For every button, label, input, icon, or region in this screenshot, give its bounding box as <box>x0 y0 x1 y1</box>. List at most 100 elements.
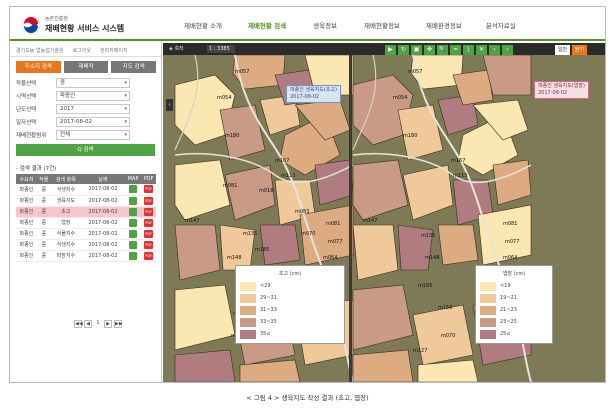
tab-0[interactable]: 주소지 검색 <box>16 61 61 73</box>
user-link-2[interactable]: 관리자페이지 <box>100 47 128 56</box>
pdf-icon[interactable]: PDF <box>144 207 154 216</box>
legend-swatch <box>240 329 256 339</box>
table-cell: 식생지수 <box>50 239 82 251</box>
refresh-icon[interactable]: ↻ <box>398 45 409 55</box>
sidebar: 경기도농 업농업기술원 로그아웃 관리자페이지 주소지 검색 재배작 지도 검색 작물선… <box>10 43 162 382</box>
filter-row: 일자선택 2017-08-02 ▾ <box>16 116 155 128</box>
table-row[interactable]: 파종인 콩 생육지도 2017-08-02 PDF <box>16 195 156 207</box>
map-pin-icon[interactable] <box>129 229 138 238</box>
pdf-icon[interactable]: PDF <box>144 185 154 194</box>
map-viewer[interactable]: ◈ 축척 1 : 3385 ▶ ↻ ▣ ✥ 🔍 ━ ⌊ ✕ ‹ › 일반 닫기 m057 m054 m… <box>163 43 605 382</box>
close-icon[interactable]: ✕ <box>476 45 487 55</box>
default-view-button[interactable]: 일반 <box>555 45 570 55</box>
table-cell: 식물지수 <box>50 228 82 240</box>
nav-item-0[interactable]: 재배현황 소개 <box>184 20 222 30</box>
table-cell: 2017-08-02 <box>81 184 125 196</box>
user-link-0[interactable]: 경기도농 업농업기술원 <box>16 47 64 56</box>
filter-select[interactable]: 2017-08-02 ▾ <box>56 117 130 127</box>
scale-input[interactable]: 1 : 3385 <box>207 45 235 53</box>
chevron-down-icon: ▾ <box>124 93 127 99</box>
table-cell: 콩 <box>36 184 51 196</box>
table-cell: 생육지도 <box>50 195 82 207</box>
crop-parcel <box>174 224 221 281</box>
table-row[interactable]: 파종인 콩 식물지수 2017-08-02 PDF <box>16 228 156 240</box>
pdf-icon[interactable]: PDF <box>144 229 154 238</box>
map-pin-icon[interactable] <box>129 185 138 194</box>
search-button[interactable]: Q 검색 <box>16 144 155 156</box>
chevron-down-icon: ▾ <box>124 119 127 125</box>
pagination: ◀◀ ◀ 1 ▶ ▶▶ <box>74 320 123 328</box>
map-pin-icon[interactable] <box>129 196 138 205</box>
nav-item-3[interactable]: 재배현황정보 <box>364 20 400 30</box>
measure-line-icon[interactable]: ━ <box>450 45 461 55</box>
collapse-sidebar-button[interactable]: ‹ <box>166 99 173 111</box>
filter-select[interactable]: 파종인 ▾ <box>56 91 130 101</box>
filter-value: 전체 <box>60 132 71 138</box>
page-nav-button[interactable]: ▶▶ <box>114 320 123 328</box>
measure-area-icon[interactable]: ⌊ <box>463 45 474 55</box>
parcel-label: m081 <box>503 221 518 227</box>
pdf-icon[interactable]: PDF <box>144 240 154 249</box>
parcel-label: m113 <box>281 173 296 179</box>
table-row[interactable]: 파종인 콩 파장지수 2017-08-02 PDF <box>16 250 156 262</box>
parcel-label: m083 <box>295 209 310 215</box>
page-nav-button[interactable]: ▶ <box>104 320 112 328</box>
filter-label: 재배현황범위 <box>16 133 47 139</box>
legend-item: 31~33 <box>240 304 340 316</box>
legend-swatch <box>480 305 496 315</box>
legend-swatch <box>480 281 496 291</box>
table-cell: 식생지수 <box>50 184 82 196</box>
table-row[interactable]: 파종인 콩 식생지수 2017-08-02 PDF <box>16 184 156 196</box>
nav-item-4[interactable]: 재배환경정보 <box>426 20 462 30</box>
map-pin-icon[interactable] <box>129 251 138 260</box>
column-header: PDF <box>141 174 156 184</box>
system-title[interactable]: 재배현황 서비스 시스템 <box>45 23 124 34</box>
parcel-label: m077 <box>328 239 343 245</box>
table-row[interactable]: 파종인 콩 엽장 2017-08-02 PDF <box>16 217 156 229</box>
legend-item: 21~23 <box>480 304 548 316</box>
legend-label: 23~25 <box>500 319 517 325</box>
nav-item-5[interactable]: 분석자료실 <box>486 20 516 30</box>
main-nav: 재배현황 소개 재배현황 검색 생육정보 재배현황정보 재배환경정보 분석자료실 <box>184 20 516 30</box>
parcel-label: m054 <box>217 95 232 101</box>
column-header: MAP <box>124 174 142 184</box>
filter-select[interactable]: 2017 ▾ <box>56 104 130 114</box>
page-nav-button[interactable]: ◀◀ <box>74 320 83 328</box>
map-pin-icon[interactable] <box>129 207 138 216</box>
close-map-button[interactable]: 닫기 <box>572 45 587 55</box>
table-cell: 콩 <box>36 195 51 207</box>
filter-value: 2017 <box>60 106 74 112</box>
app-window: 농촌진흥청 재배현황 서비스 시스템 재배현황 소개 재배현황 검색 생육정보 재배현… <box>9 6 606 383</box>
pdf-cell: PDF <box>141 217 156 229</box>
pdf-icon[interactable]: PDF <box>144 218 154 227</box>
pdf-icon[interactable]: PDF <box>144 196 154 205</box>
filter-select[interactable]: 전체 ▾ <box>56 130 130 140</box>
map-cell <box>124 195 142 207</box>
parcel-label: m167 <box>275 158 290 164</box>
layers-icon[interactable]: ▣ <box>411 45 422 55</box>
user-link-1[interactable]: 로그아웃 <box>73 47 91 56</box>
parcel-label: m148 <box>425 255 440 261</box>
tab-1[interactable]: 재배작 <box>63 61 109 73</box>
parcel-popup-height[interactable]: 파종인 생육지도(초고) 2017-08-02 <box>286 85 341 103</box>
page-number[interactable]: 1 <box>94 320 102 328</box>
filter-select[interactable]: 콩 ▾ <box>56 78 130 88</box>
map-pin-icon[interactable] <box>129 218 138 227</box>
next-icon[interactable]: › <box>502 45 513 55</box>
page-nav-button[interactable]: ◀ <box>84 320 92 328</box>
tab-2[interactable]: 지도 검색 <box>111 61 157 73</box>
prev-icon[interactable]: ‹ <box>489 45 500 55</box>
play-icon[interactable]: ▶ <box>385 45 396 55</box>
parcel-label: m127 <box>413 348 428 354</box>
parcel-popup-leaf-length[interactable]: 파종인 생육지도(엽장) 2017-08-02 <box>534 81 589 99</box>
parcel-label: m147 <box>185 218 200 224</box>
map-pin-icon[interactable] <box>129 240 138 249</box>
nav-item-2[interactable]: 생육정보 <box>313 20 337 30</box>
nav-item-1[interactable]: 재배현황 검색 <box>248 20 286 30</box>
legend-label: 29~31 <box>260 295 277 301</box>
zoom-icon[interactable]: 🔍 <box>437 45 448 55</box>
table-row[interactable]: 파종인 콩 식생지수 2017-08-02 PDF <box>16 239 156 251</box>
pdf-icon[interactable]: PDF <box>144 251 154 260</box>
table-row[interactable]: 파종인 콩 초고 2017-08-02 PDF <box>16 206 156 218</box>
move-icon[interactable]: ✥ <box>424 45 435 55</box>
